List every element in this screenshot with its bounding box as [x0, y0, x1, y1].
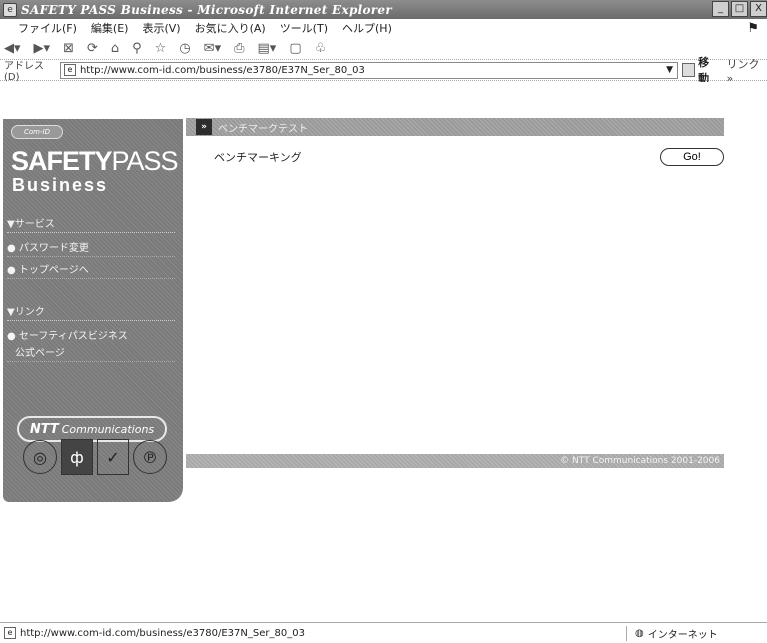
ie-app-icon: e	[3, 2, 17, 17]
benchmark-go-button[interactable]: Go!	[660, 148, 724, 166]
ntt-logo-rest: Communications	[61, 422, 155, 436]
benchmark-row: ベンチマーキング Go!	[196, 146, 724, 168]
maximize-button[interactable]: □	[731, 1, 748, 17]
address-url: http://www.com-id.com/business/e3780/E37…	[79, 64, 365, 76]
search-icon[interactable]: ⚲	[132, 41, 142, 56]
title-bar: e SAFETY PASS Business - Microsoft Inter…	[0, 0, 767, 19]
address-input[interactable]: e http://www.com-id.com/business/e3780/E…	[59, 61, 678, 79]
zone-label: インターネット	[647, 630, 718, 641]
menu-file[interactable]: ファイル(F)	[18, 20, 77, 36]
mail-icon[interactable]: ✉▾	[204, 41, 221, 56]
iso-seal-icon: ◎	[23, 440, 57, 474]
ntt-logo-bold: NTT	[29, 421, 59, 437]
p-mark-icon: ℗	[133, 440, 167, 474]
page-icon: e	[63, 64, 76, 76]
brand-subtitle: Business	[12, 175, 109, 195]
header-arrow-icon: »	[196, 119, 212, 135]
security-zone: ◍ インターネット	[626, 626, 718, 641]
go-arrow-icon	[682, 63, 696, 77]
status-page-icon: e	[4, 627, 16, 639]
forward-icon[interactable]: ▶▾	[34, 41, 51, 56]
minimize-button[interactable]: _	[712, 1, 729, 17]
link-section-title: ▼リンク	[7, 303, 175, 321]
address-bar: アドレス(D) e http://www.com-id.com/business…	[0, 56, 767, 85]
discuss-icon[interactable]: ▢	[289, 41, 301, 56]
sidebar-item-official-site-line2[interactable]: 公式ページ	[7, 344, 175, 362]
certification-logos: ◎ ф ✓ ℗	[23, 439, 167, 475]
copyright-bar: © NTT Communications 2001-2006	[186, 454, 724, 468]
windows-flag-icon: ⚑	[747, 21, 759, 36]
brand-light: PASS	[111, 146, 179, 176]
favorites-icon[interactable]: ☆	[155, 41, 167, 56]
menu-bar: ファイル(F) 編集(E) 表示(V) お気に入り(A) ツール(T) ヘルプ(…	[0, 19, 767, 37]
content-header-text: ベンチマークテスト	[218, 123, 308, 135]
menu-edit[interactable]: 編集(E)	[91, 20, 129, 36]
com-id-badge: Com-ID	[11, 125, 63, 139]
toolbar: ◀▾ ▶▾ ⊠ ⟳ ⌂ ⚲ ☆ ◷ ✉▾ ⎙ ▤▾ ▢ ♧	[0, 37, 767, 59]
check-mark-icon: ✓	[97, 439, 129, 475]
status-url: http://www.com-id.com/business/e3780/E37…	[20, 627, 305, 639]
links-button[interactable]: リンク »	[727, 56, 767, 85]
service-section: ▼サービス ● パスワード変更 ● トップページへ	[7, 215, 175, 283]
chevron-down-icon[interactable]: ▼	[666, 65, 673, 75]
service-section-title: ▼サービス	[7, 215, 175, 233]
print-icon[interactable]: ⎙	[234, 41, 244, 56]
window-title: SAFETY PASS Business - Microsoft Interne…	[21, 2, 392, 17]
link-section: ▼リンク ● セーフティパスビジネス 公式ページ	[7, 303, 175, 366]
window-controls: _ □ X	[712, 1, 767, 17]
edit-icon[interactable]: ▤▾	[258, 41, 277, 56]
globe-icon: ◍	[635, 628, 644, 639]
privacy-mark-icon: ф	[61, 439, 93, 475]
close-button[interactable]: X	[750, 1, 767, 17]
menu-tools[interactable]: ツール(T)	[280, 20, 328, 36]
history-icon[interactable]: ◷	[179, 41, 190, 56]
brand-logo: SAFETYPASS	[11, 146, 179, 176]
content-header-bar: » ベンチマークテスト	[186, 118, 724, 136]
back-icon[interactable]: ◀▾	[4, 41, 21, 56]
page-content: Com-ID SAFETYPASS Business ▼サービス ● パスワード…	[0, 82, 767, 622]
menu-help[interactable]: ヘルプ(H)	[342, 20, 392, 36]
brand-bold: SAFETY	[11, 146, 113, 176]
home-icon[interactable]: ⌂	[111, 41, 119, 56]
refresh-icon[interactable]: ⟳	[87, 41, 98, 56]
messenger-icon[interactable]: ♧	[315, 41, 327, 56]
sidebar-item-password-change[interactable]: ● パスワード変更	[7, 239, 175, 257]
stop-icon[interactable]: ⊠	[63, 41, 74, 56]
menu-favorites[interactable]: お気に入り(A)	[195, 20, 266, 36]
sidebar-item-official-site[interactable]: ● セーフティパスビジネス	[7, 327, 175, 344]
status-bar: e http://www.com-id.com/business/e3780/E…	[0, 622, 767, 643]
address-label: アドレス(D)	[4, 61, 44, 83]
sidebar-item-top-page[interactable]: ● トップページへ	[7, 261, 175, 279]
benchmark-label: ベンチマーキング	[214, 151, 302, 164]
menu-view[interactable]: 表示(V)	[142, 20, 180, 36]
